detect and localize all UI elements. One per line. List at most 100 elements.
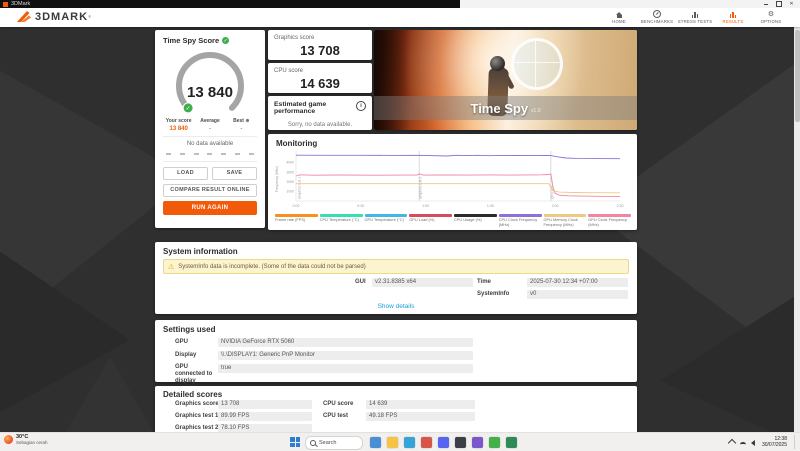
scrollbar-track[interactable] bbox=[794, 27, 800, 432]
info-icon[interactable]: i bbox=[356, 101, 366, 111]
home-icon bbox=[615, 11, 622, 18]
minimize-button[interactable] bbox=[759, 0, 772, 8]
taskbar-apps bbox=[370, 436, 517, 448]
systeminfo-value: v0 bbox=[527, 290, 628, 299]
system-information-card: System information ⚠ SystemInfo data is … bbox=[155, 242, 637, 314]
maximize-button[interactable] bbox=[772, 0, 785, 8]
cpu-score-value: 14 639 bbox=[300, 76, 340, 91]
gui-value: v2.31.8385 x64 bbox=[372, 278, 473, 287]
compare-result-online-button[interactable]: COMPARE RESULT ONLINE bbox=[163, 183, 257, 197]
show-desktop-button[interactable] bbox=[794, 435, 797, 449]
cpu-score-card: CPU score 14 639 bbox=[268, 63, 372, 93]
legend-item[interactable]: CPU Usage (%) bbox=[454, 214, 497, 227]
app-navbar: 3DMARK ® HOME BENCHMARKS STRESS TESTS RE… bbox=[0, 8, 800, 27]
score-stats-row: Your score 13 840 Average - Best ⊕ - bbox=[163, 118, 257, 132]
total-score-value: 13 840 bbox=[187, 84, 233, 101]
search-label: Search bbox=[319, 440, 337, 446]
load-button[interactable]: LOAD bbox=[163, 166, 208, 180]
svg-text:1:00: 1:00 bbox=[422, 204, 429, 208]
svg-text:2:00: 2:00 bbox=[552, 204, 559, 208]
systeminfo-warning-banner: ⚠ SystemInfo data is incomplete. (Some o… bbox=[163, 259, 629, 274]
graphics-score-card: Graphics score 13 708 bbox=[268, 30, 372, 60]
taskbar-clock[interactable]: 12:38 30/07/2025 bbox=[762, 436, 787, 449]
warning-icon: ⚠ bbox=[168, 263, 175, 271]
browser-icon[interactable] bbox=[404, 436, 415, 448]
legend-item[interactable]: GPU Clock Frequency (MHz) bbox=[588, 214, 631, 227]
benchmark-gauge-icon bbox=[653, 10, 661, 18]
magnifier-lens-icon bbox=[510, 38, 563, 90]
app-content-area: Time Spy Score ✓ ✓ 13 840 Your score 13 … bbox=[0, 27, 800, 432]
app-icon[interactable] bbox=[455, 436, 466, 448]
svg-text:2000: 2000 bbox=[286, 180, 294, 184]
stress-chart-icon bbox=[691, 11, 699, 18]
weather-icon bbox=[4, 435, 13, 444]
no-data-message: No data available bbox=[186, 141, 234, 147]
task-view-icon[interactable] bbox=[370, 436, 381, 448]
banner-version: v1.0 bbox=[531, 107, 541, 114]
time-spy-banner: Time Spy v1.0 bbox=[374, 30, 637, 130]
your-score-value: 13 840 bbox=[169, 126, 188, 132]
results-chart-icon bbox=[729, 11, 737, 18]
nav-item-home[interactable]: HOME bbox=[600, 9, 638, 26]
score-card-title: Time Spy Score bbox=[163, 36, 220, 45]
screen: { "window": { "title": "3DMark" }, "icon… bbox=[0, 0, 800, 451]
detail-graphics-test-1: 89.99 FPS bbox=[218, 412, 312, 421]
graphics-score-value: 13 708 bbox=[300, 43, 340, 58]
legend-item[interactable]: GPU Load (%) bbox=[409, 214, 452, 227]
run-again-button[interactable]: RUN AGAIN bbox=[163, 200, 257, 215]
warning-text: SystemInfo data is incomplete. (Some of … bbox=[178, 263, 366, 270]
legend-item[interactable]: Frame rate (FPS) bbox=[275, 214, 318, 227]
start-button[interactable] bbox=[290, 437, 300, 447]
brand-logo: 3DMARK ® bbox=[16, 10, 91, 23]
wing-icon bbox=[17, 11, 31, 22]
hidden-icons-chevron-icon[interactable] bbox=[727, 438, 737, 448]
nav-item-benchmarks[interactable]: BENCHMARKS bbox=[638, 9, 676, 26]
network-icon[interactable] bbox=[739, 439, 746, 445]
brand-registered-mark: ® bbox=[88, 14, 92, 19]
banner-title: Time Spy bbox=[470, 100, 529, 116]
app-icon[interactable] bbox=[472, 436, 483, 448]
weather-condition: Sebagian cerah bbox=[16, 440, 48, 445]
weather-widget[interactable]: 30°C Sebagian cerah bbox=[4, 434, 48, 445]
svg-text:0:00: 0:00 bbox=[293, 204, 300, 208]
svg-text:3000: 3000 bbox=[286, 170, 294, 174]
save-button[interactable]: SAVE bbox=[212, 166, 257, 180]
nav-item-stress-tests[interactable]: STRESS TESTS bbox=[676, 9, 714, 26]
nav-items: HOME BENCHMARKS STRESS TESTS RESULTS ⚙ O… bbox=[600, 9, 790, 26]
legend-item[interactable]: GPU Memory Clock Frequency (MHz) bbox=[543, 214, 587, 227]
valid-check-icon: ✓ bbox=[222, 37, 230, 44]
svg-text:2:30: 2:30 bbox=[617, 204, 624, 208]
detail-cpu-test: 49.18 FPS bbox=[366, 412, 475, 421]
file-explorer-icon[interactable] bbox=[387, 436, 398, 448]
windows-taskbar: 30°C Sebagian cerah Search 12:38 30/07/2… bbox=[0, 432, 800, 451]
app-icon[interactable] bbox=[489, 436, 500, 448]
svg-text:1000: 1000 bbox=[286, 190, 294, 194]
nav-item-results[interactable]: RESULTS bbox=[714, 9, 752, 26]
systeminfo-label: SystemInfo bbox=[477, 291, 510, 297]
gui-label: GUI bbox=[355, 279, 366, 285]
svg-text:4000: 4000 bbox=[286, 161, 294, 165]
settings-title: Settings used bbox=[163, 325, 216, 334]
best-score-value: - bbox=[240, 126, 243, 132]
app-icon[interactable] bbox=[438, 436, 449, 448]
app-icon bbox=[3, 1, 8, 7]
legend-item[interactable]: CPU Temperature (°C) bbox=[319, 214, 363, 227]
time-value: 2025-07-30 12:34 +07:00 bbox=[527, 278, 628, 287]
show-details-link[interactable]: Show details bbox=[155, 303, 637, 310]
titlebar-left: 3DMark bbox=[0, 0, 460, 8]
window-controls: ✕ bbox=[759, 0, 798, 8]
app-icon[interactable] bbox=[421, 436, 432, 448]
legend-item[interactable]: GPU Temperature (°C) bbox=[364, 214, 408, 227]
search-icon bbox=[310, 440, 316, 446]
app-icon[interactable] bbox=[506, 436, 517, 448]
game-perf-title: Estimated game performance bbox=[274, 101, 327, 115]
scrollbar-thumb[interactable] bbox=[794, 30, 800, 122]
legend-item[interactable]: CPU Clock Frequency (MHz) bbox=[498, 214, 542, 227]
gpu-connected-value: true bbox=[218, 364, 473, 373]
clock-date: 30/07/2025 bbox=[761, 442, 787, 448]
volume-icon[interactable] bbox=[750, 439, 757, 446]
search-box[interactable]: Search bbox=[305, 436, 363, 450]
close-button[interactable]: ✕ bbox=[785, 0, 798, 8]
time-spy-score-card: Time Spy Score ✓ ✓ 13 840 Your score 13 … bbox=[155, 30, 265, 228]
nav-item-options[interactable]: ⚙ OPTIONS bbox=[752, 9, 790, 26]
